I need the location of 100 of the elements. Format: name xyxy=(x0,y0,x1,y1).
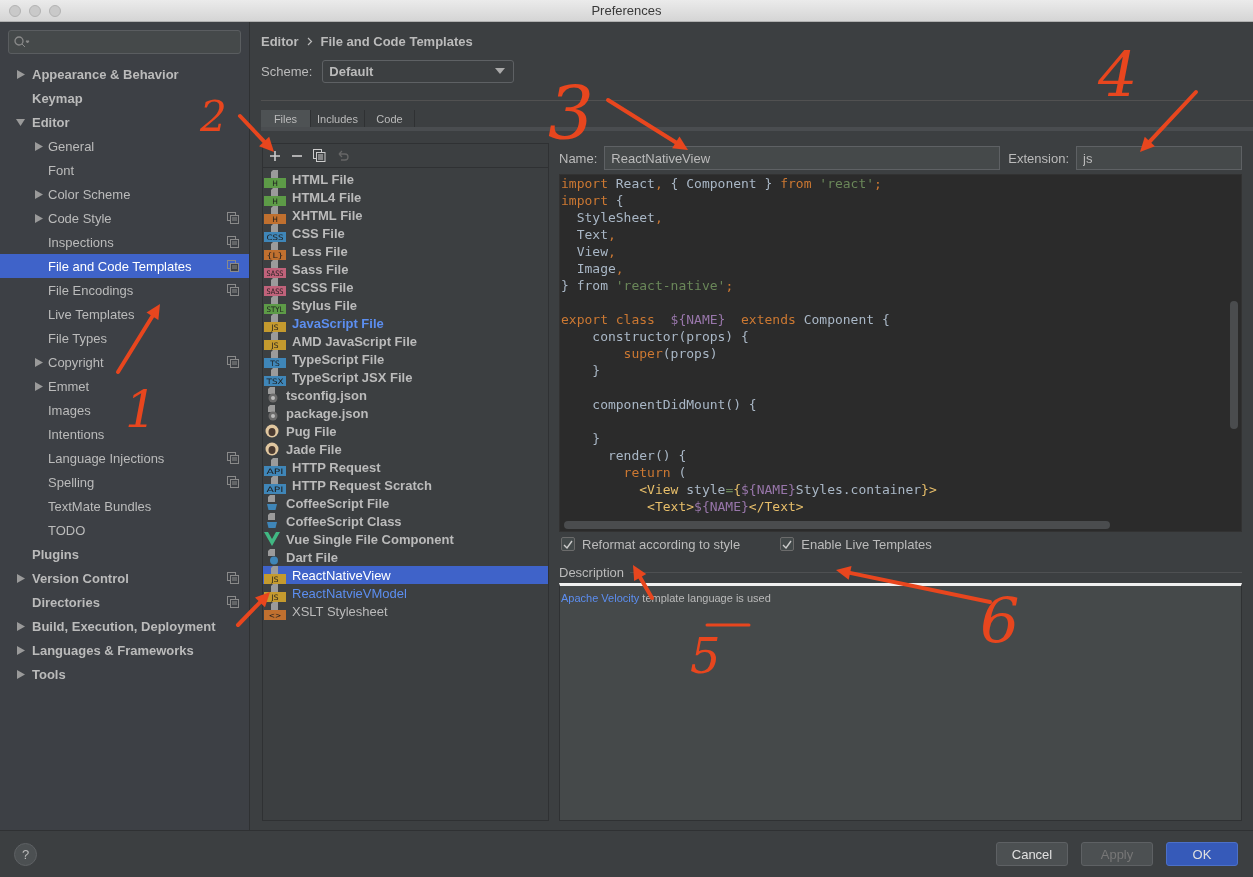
code-line: Image, xyxy=(575,260,625,277)
sidebar-item[interactable]: TODO xyxy=(48,522,86,538)
search-icon xyxy=(14,36,30,48)
sidebar-item[interactable]: Live Templates xyxy=(48,306,135,322)
sidebar-item[interactable]: Directories xyxy=(32,594,100,610)
checkbox[interactable]: Enable Live Templates xyxy=(780,536,932,552)
code-line: render() { xyxy=(606,447,688,464)
check-icon xyxy=(563,539,573,549)
coffee-cup-icon xyxy=(264,495,280,511)
sidebar-item[interactable]: Spelling xyxy=(48,474,95,490)
checkbox[interactable]: Reformat according to style xyxy=(561,536,741,552)
code-line: return ( xyxy=(622,464,688,481)
sidebar-item[interactable]: Language Injections xyxy=(48,450,165,466)
v-logo-icon xyxy=(264,531,280,547)
sidebar-item[interactable]: File Types xyxy=(48,330,107,346)
sidebar-item[interactable]: Emmet xyxy=(48,378,90,394)
annotation-number: 3 xyxy=(548,78,594,150)
scrollbar-thumb[interactable] xyxy=(564,521,1110,529)
tab[interactable]: Files xyxy=(261,110,311,127)
expanded-icon[interactable] xyxy=(16,118,25,127)
collapsed-icon[interactable] xyxy=(16,622,25,631)
code-line: <Text>${NAME}</Text> xyxy=(646,498,805,515)
code-line: import React, { Component } from 'react'; xyxy=(560,175,883,192)
annotation-number: 5 xyxy=(690,632,721,680)
collapsed-icon[interactable] xyxy=(16,646,25,655)
sidebar-item[interactable]: Editor xyxy=(32,114,70,130)
annotation-number: 1 xyxy=(125,385,157,435)
sidebar-item[interactable]: Copyright xyxy=(48,354,104,370)
annotation-number: 4 xyxy=(1098,44,1138,106)
scheme-label: Scheme: xyxy=(261,63,313,79)
code-line: componentDidMount() { xyxy=(591,396,758,413)
code-line: } from 'react-native'; xyxy=(560,277,735,294)
sidebar-item[interactable]: Keymap xyxy=(32,90,83,106)
code-editor[interactable] xyxy=(559,174,1242,532)
annotation-arrow xyxy=(236,592,270,627)
sidebar-item[interactable]: Intentions xyxy=(48,426,105,442)
sidebar-item[interactable]: Color Scheme xyxy=(48,186,131,202)
collapsed-icon[interactable] xyxy=(34,190,43,199)
collapsed-icon[interactable] xyxy=(34,214,43,223)
code-line: import { xyxy=(560,192,625,209)
sidebar-item[interactable]: Appearance & Behavior xyxy=(32,66,179,82)
sidebar-item[interactable]: Languages & Frameworks xyxy=(32,642,194,658)
description-label: Description xyxy=(559,564,625,580)
copy-icon[interactable] xyxy=(313,149,326,162)
template-item[interactable]: Pug File xyxy=(263,422,548,440)
sidebar-item[interactable]: File and Code Templates xyxy=(48,258,192,274)
dropdown-icon xyxy=(495,68,506,74)
ok-button[interactable]: OK xyxy=(1166,842,1238,866)
collapsed-icon[interactable] xyxy=(16,70,25,79)
collapsed-icon[interactable] xyxy=(16,670,25,679)
help-button[interactable]: ? xyxy=(14,842,37,866)
code-line: Text, xyxy=(575,226,617,243)
sidebar-item[interactable]: Build, Execution, Deployment xyxy=(32,618,216,634)
breadcrumb-item: File and Code Templates xyxy=(320,33,473,49)
template-item[interactable]: Vue Single File Component xyxy=(263,530,548,548)
sidebar-item[interactable]: Tools xyxy=(32,666,66,682)
sidebar-item[interactable]: Images xyxy=(48,402,91,418)
search-field[interactable] xyxy=(8,30,241,54)
code-line: StyleSheet, xyxy=(575,209,664,226)
extension-label: Extension: xyxy=(1008,150,1069,166)
annotation-arrow xyxy=(1140,90,1198,152)
annotation-number: 6 xyxy=(980,590,1020,652)
description-text: Apache Velocity template language is used xyxy=(561,592,771,604)
sidebar-item[interactable]: General xyxy=(48,138,95,154)
code-line: export class ${NAME} extends Component { xyxy=(560,311,891,328)
code-line: <View style={${NAME}Styles.container}> xyxy=(638,481,938,498)
collapsed-icon[interactable] xyxy=(16,574,25,583)
code-line: View, xyxy=(575,243,617,260)
sidebar-item[interactable]: Version Control xyxy=(32,570,129,586)
sidebar-item[interactable]: Plugins xyxy=(32,546,79,562)
add-icon[interactable] xyxy=(269,149,281,162)
sidebar-item[interactable]: Code Style xyxy=(48,210,112,226)
code-line: } xyxy=(591,430,602,447)
breadcrumb-item: Editor xyxy=(261,33,299,49)
template-item[interactable]: package.json xyxy=(263,404,548,422)
template-item[interactable]: tsconfig.json xyxy=(263,386,548,404)
name-field[interactable]: ReactNativeView xyxy=(604,146,1001,170)
annotation-underline xyxy=(705,623,751,627)
annotation-number: 2 xyxy=(200,96,227,138)
dialog-button[interactable]: Cancel xyxy=(996,842,1068,866)
template-item[interactable]: Jade File xyxy=(263,440,548,458)
collapsed-icon[interactable] xyxy=(34,358,43,367)
template-item[interactable]: CoffeeScript Class xyxy=(263,512,548,530)
sidebar-item[interactable]: Font xyxy=(48,162,74,178)
template-item[interactable]: CoffeeScript File xyxy=(263,494,548,512)
code-line: super(props) xyxy=(622,345,719,362)
collapsed-icon[interactable] xyxy=(34,142,43,151)
chevron-icon xyxy=(306,36,313,46)
sidebar-item[interactable]: Inspections xyxy=(48,234,114,250)
scrollbar-thumb[interactable] xyxy=(1230,301,1238,429)
collapsed-icon[interactable] xyxy=(34,382,43,391)
template-item[interactable]: Dart File xyxy=(263,548,548,566)
code-line: constructor(props) { xyxy=(591,328,750,345)
scheme-dropdown[interactable]: Default xyxy=(322,59,515,83)
sidebar-item[interactable]: TextMate Bundles xyxy=(48,498,152,514)
code-line: } xyxy=(591,362,602,379)
window-title: Preferences xyxy=(591,3,662,18)
apache-velocity-link[interactable]: Apache Velocity xyxy=(561,592,640,604)
extension-field[interactable]: js xyxy=(1076,146,1242,170)
sidebar-item[interactable]: File Encodings xyxy=(48,282,134,298)
